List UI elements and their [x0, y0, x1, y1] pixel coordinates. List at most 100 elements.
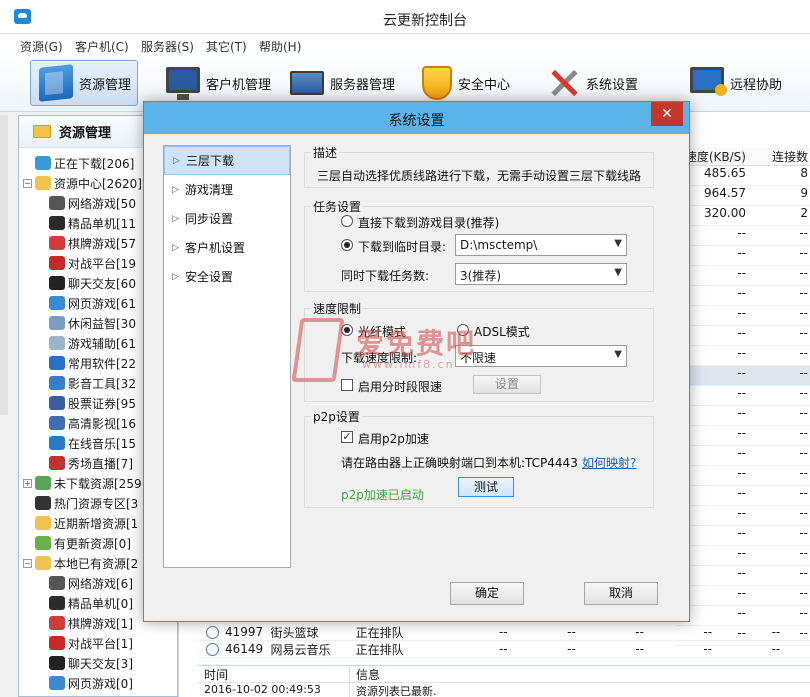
- col-conn-header[interactable]: 连接数: [750, 148, 810, 165]
- remote-assist-button[interactable]: 远程协助: [682, 60, 790, 106]
- radio-fiber-label[interactable]: 光纤模式: [358, 323, 406, 340]
- table-row[interactable]: -- --: [676, 306, 810, 326]
- ok-button[interactable]: 确定: [450, 582, 524, 605]
- tree-item[interactable]: 棋牌游戏[1]: [49, 613, 133, 633]
- nav-sync-settings[interactable]: ▷ 同步设置: [164, 204, 290, 233]
- tree-item[interactable]: 秀场直播[7]: [49, 453, 133, 473]
- queue-row[interactable]: 46149 网易云音乐 正在排队 -- -- -- -- --: [198, 641, 810, 658]
- table-row[interactable]: 964.57 9: [676, 186, 810, 206]
- tree-item[interactable]: 对战平台[1]: [49, 633, 133, 653]
- table-row[interactable]: -- --: [676, 466, 810, 486]
- temp-dir-select[interactable]: D:\msctemp\ ▼: [455, 234, 627, 256]
- nav-tier-download[interactable]: ▷ 三层下载: [164, 146, 290, 175]
- tree-item[interactable]: − 本地已有资源[2: [23, 553, 138, 573]
- server-manage-button[interactable]: 服务器管理: [282, 60, 403, 106]
- schedule-limit-checkbox[interactable]: [341, 379, 353, 391]
- menu-client[interactable]: 客户机(C): [75, 38, 129, 55]
- tree-item[interactable]: 网络游戏[6]: [49, 573, 133, 593]
- table-row[interactable]: -- --: [676, 346, 810, 366]
- resource-manage-button[interactable]: 资源管理: [30, 60, 138, 106]
- nav-client-settings[interactable]: ▷ 客户机设置: [164, 233, 290, 262]
- tree-item[interactable]: 网络游戏[50: [49, 193, 136, 213]
- radio-temp-download[interactable]: [341, 239, 353, 251]
- chevron-right-icon: ▷: [172, 242, 179, 253]
- table-row[interactable]: -- --: [676, 366, 810, 386]
- tree-item[interactable]: 聊天交友[3]: [49, 653, 133, 673]
- speed-limit-select[interactable]: 不限速 ▼: [455, 345, 627, 367]
- table-row[interactable]: -- --: [676, 586, 810, 606]
- expand-toggle-icon[interactable]: +: [23, 478, 32, 488]
- table-row[interactable]: -- --: [676, 266, 810, 286]
- test-button[interactable]: 测试: [458, 477, 514, 497]
- tree-item[interactable]: 休闲益智[30: [49, 313, 136, 333]
- tree-item[interactable]: 股票证券[95: [49, 393, 136, 413]
- left-edge-scrollbar[interactable]: [0, 115, 8, 415]
- nav-game-cleanup[interactable]: ▷ 游戏清理: [164, 175, 290, 204]
- table-row[interactable]: -- --: [676, 446, 810, 466]
- radio-temp-label[interactable]: 下载到临时目录:: [358, 238, 446, 255]
- tree-item[interactable]: + 未下载资源[259: [23, 473, 142, 493]
- table-row[interactable]: -- --: [676, 526, 810, 546]
- tree-item[interactable]: 有更新资源[0]: [23, 533, 131, 553]
- tree-item[interactable]: 在线音乐[15: [49, 433, 136, 453]
- schedule-settings-button[interactable]: 设置: [473, 375, 541, 394]
- category-icon: [49, 596, 65, 610]
- concurrent-tasks-select[interactable]: 3(推荐) ▼: [455, 263, 627, 285]
- table-row[interactable]: -- --: [676, 246, 810, 266]
- table-row[interactable]: -- --: [676, 486, 810, 506]
- tree-item[interactable]: 精品单机[11: [49, 213, 136, 233]
- tree-item[interactable]: 网页游戏[0]: [49, 673, 133, 693]
- how-to-map-link[interactable]: 如何映射?: [582, 454, 636, 471]
- system-settings-button[interactable]: 系统设置: [540, 60, 646, 106]
- table-row[interactable]: -- --: [676, 406, 810, 426]
- tree-item[interactable]: 精品单机[0]: [49, 593, 133, 613]
- security-center-button[interactable]: 安全中心: [414, 60, 518, 106]
- conn-cell: --: [799, 526, 808, 540]
- table-row[interactable]: -- --: [676, 566, 810, 586]
- tree-item[interactable]: 正在下载[206]: [23, 153, 134, 173]
- tree-item-label: 聊天交友[3]: [68, 656, 133, 671]
- cancel-button[interactable]: 取消: [584, 582, 658, 605]
- tree-item[interactable]: 聊天交友[60: [49, 273, 136, 293]
- radio-adsl-label[interactable]: ADSL模式: [474, 323, 530, 340]
- close-icon[interactable]: ✕: [651, 102, 683, 126]
- radio-adsl-mode[interactable]: [457, 324, 469, 336]
- queue-row[interactable]: 41997 街头篮球 正在排队 -- -- -- -- --: [198, 624, 810, 641]
- menu-resource[interactable]: 资源(G): [20, 38, 63, 55]
- radio-direct-download[interactable]: [341, 215, 353, 227]
- tree-item[interactable]: 热门资源专区[3: [23, 493, 138, 513]
- tree-item[interactable]: − 资源中心[2620]: [23, 173, 142, 193]
- table-row[interactable]: -- --: [676, 226, 810, 246]
- table-row[interactable]: -- --: [676, 286, 810, 306]
- tree-item[interactable]: 常用软件[22: [49, 353, 136, 373]
- tree-item[interactable]: 影音工具[32: [49, 373, 136, 393]
- radio-direct-label[interactable]: 直接下载到游戏目录(推荐): [358, 214, 499, 231]
- category-icon: [49, 296, 65, 310]
- table-row[interactable]: -- --: [676, 546, 810, 566]
- table-row[interactable]: 485.65 8: [676, 166, 810, 186]
- radio-fiber-mode[interactable]: [341, 324, 353, 336]
- tree-item[interactable]: 游戏辅助[61: [49, 333, 136, 353]
- client-manage-button[interactable]: 客户机管理: [158, 60, 279, 106]
- tree-item[interactable]: 高清影视[16: [49, 413, 136, 433]
- schedule-limit-label[interactable]: 启用分时段限速: [358, 378, 442, 395]
- tree-item[interactable]: 棋牌游戏[57: [49, 233, 136, 253]
- expand-toggle-icon[interactable]: −: [23, 558, 32, 568]
- tree-item[interactable]: 近期新增资源[1: [23, 513, 138, 533]
- tree-item[interactable]: 对战平台[19: [49, 253, 136, 273]
- tree-item[interactable]: 网页游戏[61: [49, 293, 136, 313]
- table-row[interactable]: -- --: [676, 426, 810, 446]
- speed-limit-group: 速度限制 光纤模式 ADSL模式 下载速度限制: 不限速 ▼ 启用分时段限速 设置: [304, 300, 654, 402]
- table-row[interactable]: -- --: [676, 606, 810, 626]
- nav-security-settings[interactable]: ▷ 安全设置: [164, 262, 290, 291]
- table-row[interactable]: 320.00 2: [676, 206, 810, 226]
- table-row[interactable]: -- --: [676, 506, 810, 526]
- p2p-enable-label[interactable]: 启用p2p加速: [358, 430, 429, 447]
- table-row[interactable]: -- --: [676, 386, 810, 406]
- expand-toggle-icon[interactable]: −: [23, 178, 32, 188]
- menu-help[interactable]: 帮助(H): [259, 38, 301, 55]
- table-row[interactable]: -- --: [676, 326, 810, 346]
- menu-other[interactable]: 其它(T): [206, 38, 247, 55]
- p2p-enable-checkbox[interactable]: ✓: [341, 431, 353, 443]
- menu-server[interactable]: 服务器(S): [141, 38, 194, 55]
